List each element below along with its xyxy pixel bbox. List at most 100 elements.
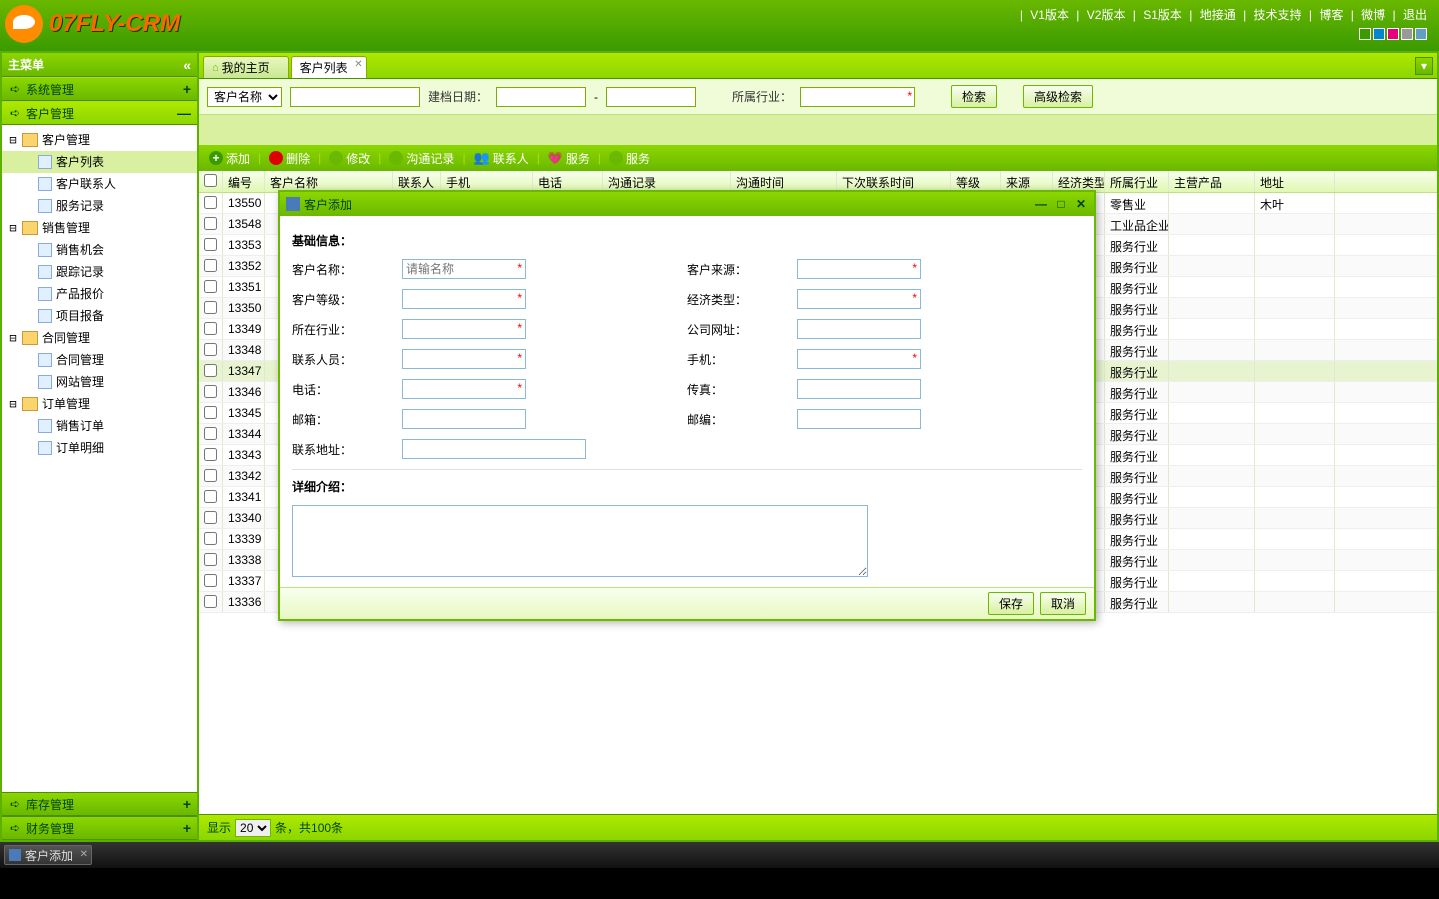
zip-input[interactable] xyxy=(797,409,921,429)
tab[interactable]: 客户列表✕ xyxy=(291,56,367,78)
source-input[interactable] xyxy=(797,259,921,279)
email-input[interactable] xyxy=(402,409,526,429)
row-checkbox[interactable] xyxy=(204,343,217,356)
tree-item[interactable]: 项目报备 xyxy=(2,305,197,327)
row-checkbox[interactable] xyxy=(204,385,217,398)
tree-folder[interactable]: ⊟客户管理 xyxy=(2,129,197,151)
tree-item[interactable]: 网站管理 xyxy=(2,371,197,393)
tab-close-icon[interactable]: ✕ xyxy=(354,59,362,70)
tree-folder[interactable]: ⊟订单管理 xyxy=(2,393,197,415)
detail-textarea[interactable] xyxy=(292,505,868,577)
row-checkbox[interactable] xyxy=(204,196,217,209)
top-link[interactable]: V2版本 xyxy=(1085,8,1128,22)
col-name[interactable]: 客户名称 xyxy=(265,171,393,192)
theme-dot[interactable] xyxy=(1359,28,1371,40)
toolbar-button[interactable]: 💗服务 xyxy=(544,150,594,167)
col-addr[interactable]: 地址 xyxy=(1255,171,1335,192)
col-id[interactable]: 编号 xyxy=(223,171,265,192)
tree-item[interactable]: 跟踪记录 xyxy=(2,261,197,283)
mobile-input[interactable] xyxy=(797,349,921,369)
row-checkbox[interactable] xyxy=(204,301,217,314)
expand-icon[interactable]: + xyxy=(183,81,191,97)
search-field-select[interactable]: 客户名称 xyxy=(207,87,282,107)
menu-section-system[interactable]: ➪ 系统管理 + xyxy=(2,77,197,101)
col-prod[interactable]: 主营产品 xyxy=(1169,171,1255,192)
col-src[interactable]: 来源 xyxy=(1001,171,1053,192)
expand-icon[interactable]: + xyxy=(183,796,191,812)
toolbar-button[interactable]: 删除 xyxy=(265,150,314,167)
level-input[interactable] xyxy=(402,289,526,309)
tree-toggle-icon[interactable]: ⊟ xyxy=(6,132,20,148)
col-mobile[interactable]: 手机 xyxy=(441,171,533,192)
top-link[interactable]: V1版本 xyxy=(1028,8,1071,22)
dialog-titlebar[interactable]: 客户添加 — □ ✕ xyxy=(280,192,1094,216)
toolbar-button[interactable]: 修改 xyxy=(325,150,374,167)
industry-input[interactable] xyxy=(800,87,915,107)
col-phone[interactable]: 电话 xyxy=(533,171,603,192)
minimize-icon[interactable]: — xyxy=(1034,197,1048,211)
tab[interactable]: ⌂我的主页 xyxy=(203,56,289,78)
row-checkbox[interactable] xyxy=(204,427,217,440)
row-checkbox[interactable] xyxy=(204,490,217,503)
tree-item[interactable]: 销售机会 xyxy=(2,239,197,261)
theme-dot[interactable] xyxy=(1373,28,1385,40)
row-checkbox[interactable] xyxy=(204,217,217,230)
collapse-icon[interactable]: — xyxy=(177,105,191,121)
date-to-input[interactable] xyxy=(606,87,696,107)
row-checkbox[interactable] xyxy=(204,553,217,566)
row-checkbox[interactable] xyxy=(204,238,217,251)
tree-item[interactable]: 客户联系人 xyxy=(2,173,197,195)
tree-item[interactable]: 销售订单 xyxy=(2,415,197,437)
toolbar-button[interactable]: 👥联系人 xyxy=(470,150,533,167)
col-contact[interactable]: 联系人 xyxy=(393,171,441,192)
econ-input[interactable] xyxy=(797,289,921,309)
row-checkbox[interactable] xyxy=(204,259,217,272)
row-checkbox[interactable] xyxy=(204,532,217,545)
menu-section-finance[interactable]: ➪ 财务管理 + xyxy=(2,816,197,840)
search-button[interactable]: 检索 xyxy=(951,85,997,108)
col-level[interactable]: 等级 xyxy=(951,171,1001,192)
save-button[interactable]: 保存 xyxy=(988,592,1034,615)
col-ind[interactable]: 所属行业 xyxy=(1105,171,1169,192)
task-close-icon[interactable]: ✕ xyxy=(80,849,88,860)
pagesize-select[interactable]: 20 xyxy=(235,819,271,837)
toolbar-button[interactable]: +添加 xyxy=(205,150,254,167)
row-checkbox[interactable] xyxy=(204,574,217,587)
tree-item[interactable]: 产品报价 xyxy=(2,283,197,305)
row-checkbox[interactable] xyxy=(204,280,217,293)
col-next[interactable]: 下次联系时间 xyxy=(837,171,951,192)
expand-icon[interactable]: + xyxy=(183,820,191,836)
tree-item[interactable]: 服务记录 xyxy=(2,195,197,217)
phone-input[interactable] xyxy=(402,379,526,399)
taskbar-item[interactable]: 客户添加 ✕ xyxy=(4,845,92,865)
top-link[interactable]: S1版本 xyxy=(1141,8,1184,22)
col-log[interactable]: 沟通记录 xyxy=(603,171,731,192)
theme-dot[interactable] xyxy=(1401,28,1413,40)
row-checkbox[interactable] xyxy=(204,364,217,377)
tree-item[interactable]: 订单明细 xyxy=(2,437,197,459)
row-checkbox[interactable] xyxy=(204,406,217,419)
collapse-sidebar-icon[interactable]: « xyxy=(183,57,191,73)
maximize-icon[interactable]: □ xyxy=(1054,197,1068,211)
tree-item[interactable]: 合同管理 xyxy=(2,349,197,371)
name-input[interactable] xyxy=(402,259,526,279)
close-icon[interactable]: ✕ xyxy=(1074,197,1088,211)
row-checkbox[interactable] xyxy=(204,448,217,461)
address-input[interactable] xyxy=(402,439,586,459)
row-checkbox[interactable] xyxy=(204,322,217,335)
row-checkbox[interactable] xyxy=(204,469,217,482)
fax-input[interactable] xyxy=(797,379,921,399)
row-checkbox[interactable] xyxy=(204,595,217,608)
tree-toggle-icon[interactable]: ⊟ xyxy=(6,396,20,412)
col-econ[interactable]: 经济类型 xyxy=(1053,171,1105,192)
tree-folder[interactable]: ⊟合同管理 xyxy=(2,327,197,349)
search-value-input[interactable] xyxy=(290,87,420,107)
toolbar-button[interactable]: 服务 xyxy=(605,150,654,167)
col-time[interactable]: 沟通时间 xyxy=(731,171,837,192)
toolbar-button[interactable]: 沟通记录 xyxy=(385,150,458,167)
menu-section-customer[interactable]: ➪ 客户管理 — xyxy=(2,101,197,125)
advanced-search-button[interactable]: 高级检索 xyxy=(1023,85,1093,108)
theme-dot[interactable] xyxy=(1415,28,1427,40)
industry-input[interactable] xyxy=(402,319,526,339)
top-link[interactable]: 退出 xyxy=(1401,8,1429,22)
